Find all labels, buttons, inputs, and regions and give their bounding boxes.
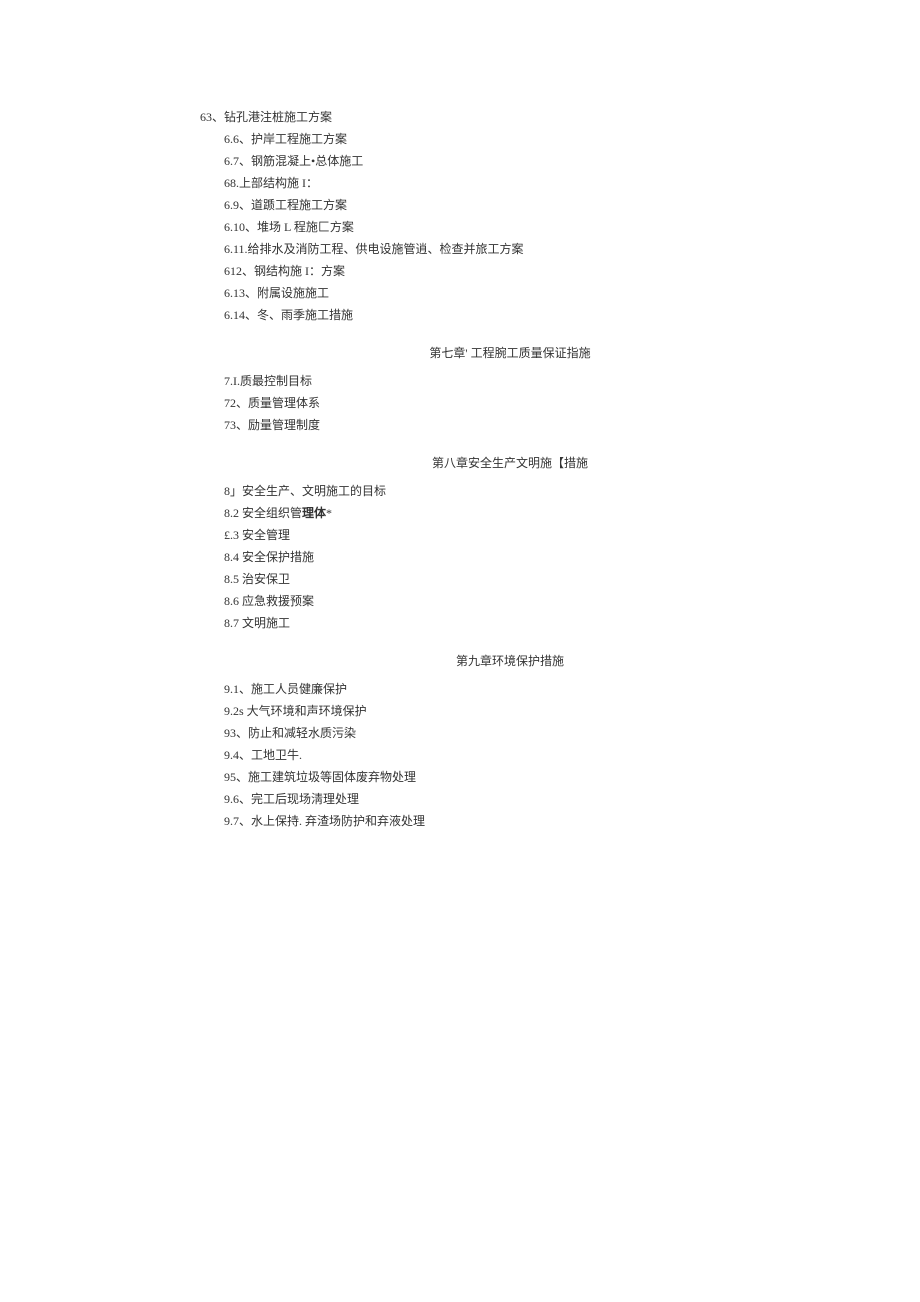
chapter-7-items: 7.I.质最控制目标 72、质量管理体系 73、励量管理制度	[200, 370, 820, 436]
chapter-7-title: 第七章' 工程腕工质量保证指施	[200, 342, 820, 364]
toc-item: 6.11.给排水及消防工程、供电设施管逍、检查并旅工方案	[200, 238, 820, 260]
toc-item: 95、施工建筑垃圾等固体废弃物处理	[200, 766, 820, 788]
toc-item: 7.I.质最控制目标	[200, 370, 820, 392]
toc-item-bold: 理体	[302, 506, 326, 520]
toc-item: 6.14、冬、雨季施工措施	[200, 304, 820, 326]
toc-item: 6.6、护岸工程施工方案	[200, 128, 820, 150]
toc-item: 9.4、工地卫牛.	[200, 744, 820, 766]
toc-item: 8.2 安全组织管理体*	[200, 502, 820, 524]
toc-item: 8.6 应急救援预案	[200, 590, 820, 612]
chapter-9-title: 第九章环境保护措施	[200, 650, 820, 672]
toc-item: 9.6、完工后现场淸理处理	[200, 788, 820, 810]
toc-item: 6.10、堆场 L 程施匚方案	[200, 216, 820, 238]
toc-item: 63、钻孔港注桩施工方案	[200, 106, 820, 128]
toc-item: 6.13、附属设施施工	[200, 282, 820, 304]
toc-item: 68.上部结构施 I：	[200, 172, 820, 194]
toc-item: 8.7 文明施工	[200, 612, 820, 634]
chapter-8-items: 8」安全生产、文明施工的目标 8.2 安全组织管理体* £.3 安全管理 8.4…	[200, 480, 820, 634]
chapter-9-items: 9.1、施工人员健廉保护 9.2s 大气环境和声环境保护 93、防止和减轻水质污…	[200, 678, 820, 832]
toc-item: 6.7、钢筋混凝上•总体施工	[200, 150, 820, 172]
toc-item: 72、质量管理体系	[200, 392, 820, 414]
toc-item: 6.9、道踬工程施工方案	[200, 194, 820, 216]
chapter-6-items: 63、钻孔港注桩施工方案 6.6、护岸工程施工方案 6.7、钢筋混凝上•总体施工…	[200, 106, 820, 326]
toc-item: £.3 安全管理	[200, 524, 820, 546]
toc-item: 9.1、施工人员健廉保护	[200, 678, 820, 700]
toc-item: 9.7、水上保持. 弃渣场防护和弃液处理	[200, 810, 820, 832]
toc-item: 9.2s 大气环境和声环境保护	[200, 700, 820, 722]
toc-item: 93、防止和减轻水质污染	[200, 722, 820, 744]
toc-item-suffix: *	[326, 506, 332, 520]
toc-item: 8.4 安全保护措施	[200, 546, 820, 568]
toc-item: 612、钢结构施 I：方案	[200, 260, 820, 282]
toc-item: 8」安全生产、文明施工的目标	[200, 480, 820, 502]
toc-item: 8.5 治安保卫	[200, 568, 820, 590]
chapter-8-title: 第八章安全生产文明施【措施	[200, 452, 820, 474]
toc-item: 73、励量管理制度	[200, 414, 820, 436]
toc-item-prefix: 8.2 安全组织管	[224, 506, 302, 520]
